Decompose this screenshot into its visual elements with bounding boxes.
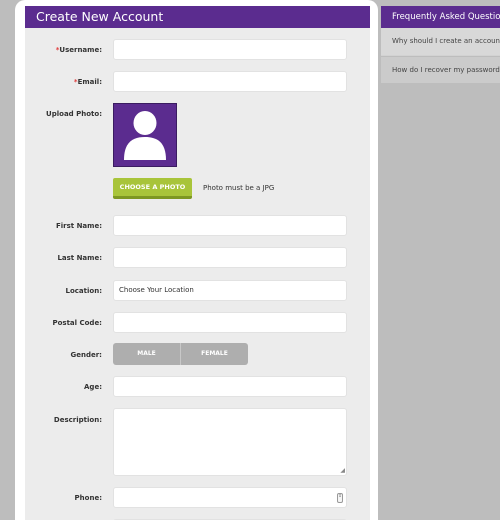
description-textarea[interactable]: ◢ — [113, 408, 347, 476]
choose-photo-button[interactable]: CHOOSE A PHOTO — [113, 178, 192, 199]
username-input[interactable] — [113, 39, 347, 60]
first-name-label: First Name: — [55, 222, 102, 230]
description-label: Description: — [53, 416, 102, 424]
faq-item[interactable]: How do I recover my password? — [381, 56, 500, 83]
postal-code-label: Postal Code: — [52, 319, 102, 327]
form-title: Create New Account — [25, 6, 370, 28]
location-label: Location: — [65, 287, 102, 295]
gender-male-button[interactable]: MALE — [113, 343, 181, 365]
gender-toggle: MALE FEMALE — [113, 343, 248, 365]
location-select[interactable]: Choose Your Location — [113, 280, 347, 301]
phone-label: Phone: — [74, 494, 102, 502]
username-label-text: Username: — [59, 46, 102, 54]
email-input[interactable] — [113, 71, 347, 92]
avatar-placeholder[interactable] — [113, 103, 177, 167]
last-name-input[interactable] — [113, 247, 347, 268]
last-name-label: Last Name: — [57, 254, 102, 262]
upload-photo-label: Upload Photo: — [46, 110, 102, 118]
location-selected-value: Choose Your Location — [119, 286, 194, 294]
resize-handle-icon[interactable]: ◢ — [340, 468, 345, 474]
faq-panel: Frequently Asked Questions Why should I … — [381, 6, 500, 83]
first-name-input[interactable] — [113, 215, 347, 236]
email-label: *Email: — [25, 78, 102, 86]
username-label: *Username: — [25, 46, 102, 54]
gender-label: Gender: — [70, 351, 103, 359]
create-account-card: Create New Account *Username: *Email: Up… — [15, 0, 378, 520]
photo-note: Photo must be a JPG — [203, 184, 275, 192]
gender-female-button[interactable]: FEMALE — [181, 343, 248, 365]
postal-code-input[interactable] — [113, 312, 347, 333]
phone-input[interactable]: ⇕ — [113, 487, 347, 508]
create-account-form: Create New Account *Username: *Email: Up… — [25, 6, 370, 520]
email-label-text: Email: — [77, 78, 102, 86]
user-silhouette-icon — [124, 111, 166, 160]
age-label: Age: — [84, 383, 102, 391]
faq-item[interactable]: Why should I create an account? — [381, 28, 500, 55]
spinner-arrows-icon[interactable]: ⇕ — [337, 493, 343, 503]
faq-title: Frequently Asked Questions — [381, 6, 500, 28]
age-input[interactable] — [113, 376, 347, 397]
